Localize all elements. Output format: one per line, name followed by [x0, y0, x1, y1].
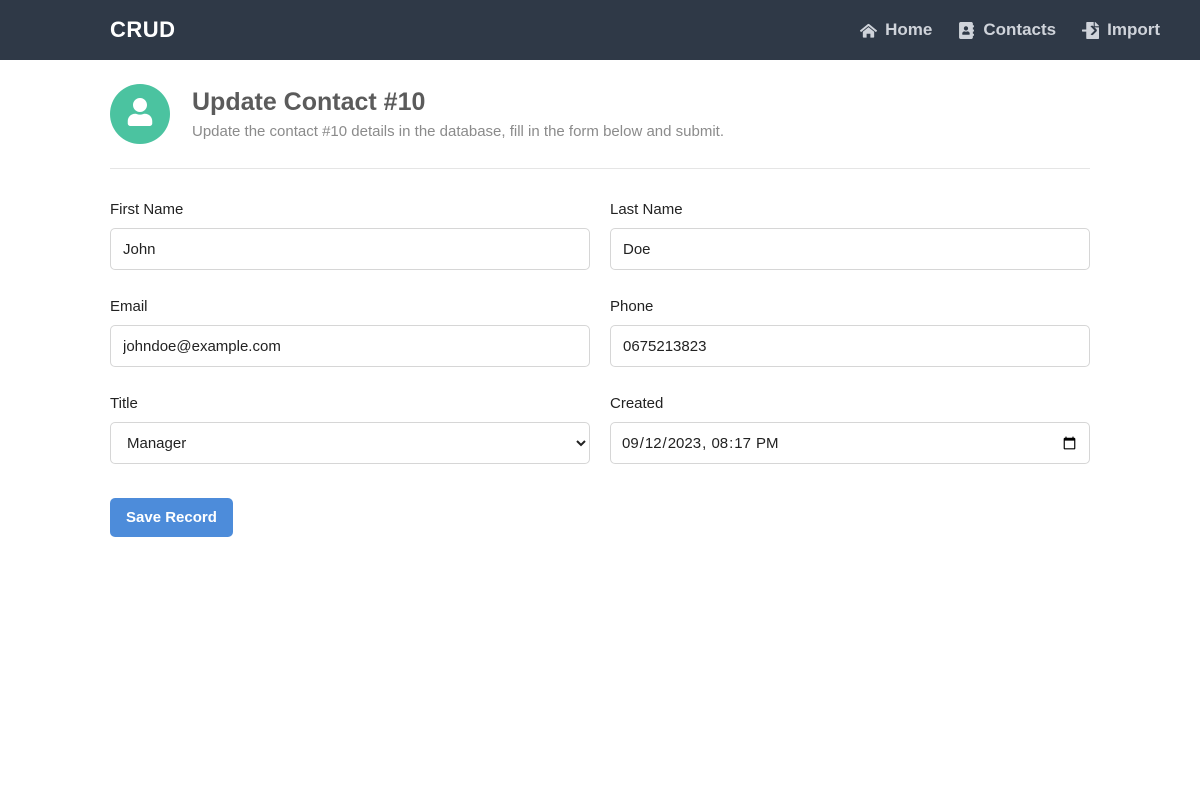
phone-input[interactable]: [610, 325, 1090, 367]
created-input[interactable]: [610, 422, 1090, 464]
brand[interactable]: CRUD: [110, 17, 176, 43]
nav-link-contacts[interactable]: Contacts: [958, 20, 1056, 40]
nav-link-home[interactable]: Home: [860, 20, 932, 40]
user-icon: [126, 98, 154, 131]
nav-link-label: Contacts: [983, 20, 1056, 40]
nav-link-import[interactable]: Import: [1082, 20, 1160, 40]
email-label: Email: [110, 298, 590, 315]
page-subtitle: Update the contact #10 details in the da…: [192, 123, 724, 140]
created-label: Created: [610, 395, 1090, 412]
file-import-icon: [1082, 22, 1099, 39]
nav-link-label: Home: [885, 20, 932, 40]
page-title: Update Contact #10: [192, 88, 724, 117]
home-icon: [860, 22, 877, 39]
nav-link-label: Import: [1107, 20, 1160, 40]
title-select[interactable]: EmployeeAssistantManager: [110, 422, 590, 464]
title-label: Title: [110, 395, 590, 412]
email-input[interactable]: [110, 325, 590, 367]
last-name-label: Last Name: [610, 201, 1090, 218]
address-book-icon: [958, 22, 975, 39]
first-name-input[interactable]: [110, 228, 590, 270]
save-record-button[interactable]: Save Record: [110, 498, 233, 537]
phone-label: Phone: [610, 298, 1090, 315]
avatar: [110, 84, 170, 144]
top-nav: CRUD Home Contacts Import: [0, 0, 1200, 60]
page-content: Update Contact #10 Update the contact #1…: [110, 60, 1090, 597]
first-name-label: First Name: [110, 201, 590, 218]
last-name-input[interactable]: [610, 228, 1090, 270]
page-heading: Update Contact #10 Update the contact #1…: [110, 84, 1090, 169]
update-contact-form: First Name Last Name Email Phone Title E…: [110, 169, 1090, 537]
